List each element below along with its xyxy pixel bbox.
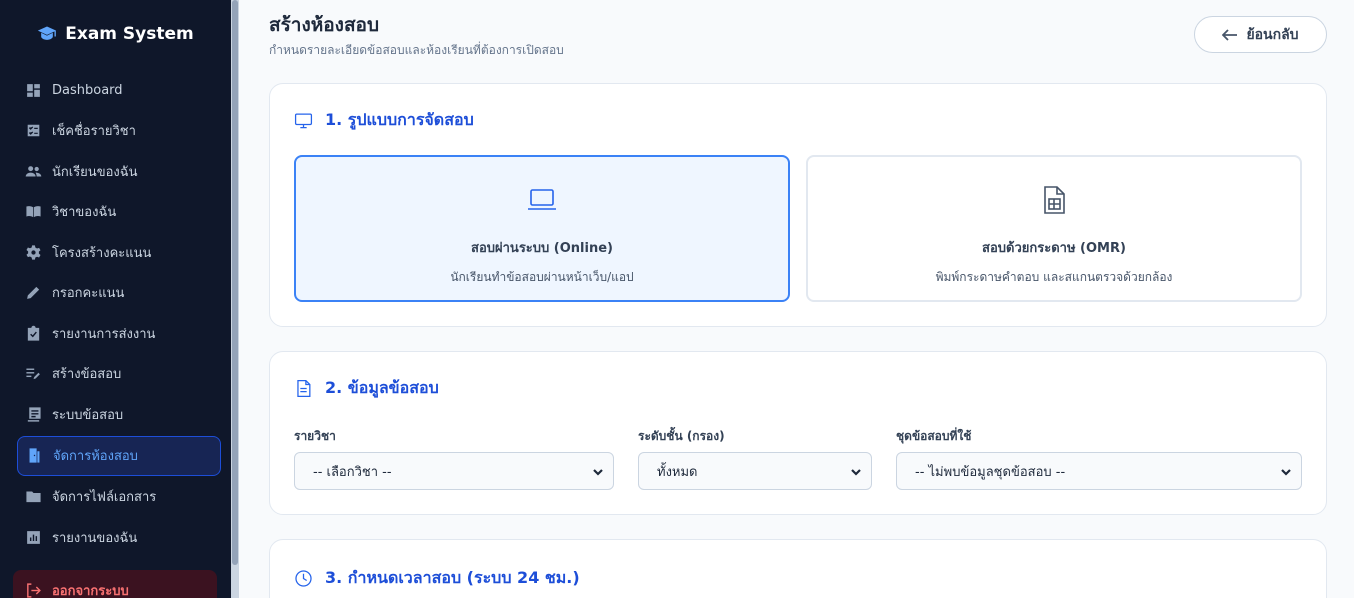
select-value: ทั้งหมด <box>657 464 698 480</box>
sidebar-item-manage-exam-rooms[interactable]: จัดการห้องสอบ <box>17 435 221 476</box>
mode-title: สอบด้วยกระดาษ (OMR) <box>982 241 1126 256</box>
sidebar-item-enter-scores[interactable]: กรอกคะแนน <box>17 273 221 314</box>
checklist-icon <box>26 123 41 138</box>
sidebar-item-my-students[interactable]: นักเรียนของฉัน <box>17 151 221 192</box>
grade-label: ระดับชั้น (กรอง) <box>638 429 725 443</box>
mode-description: พิมพ์กระดาษคำตอบ และสแกนตรวจด้วยกล้อง <box>935 270 1173 284</box>
subject-label: รายวิชา <box>294 429 336 443</box>
section-title-text: 1. รูปแบบการจัดสอบ <box>325 110 474 129</box>
laptop-icon <box>528 189 556 210</box>
sidebar-item-dashboard[interactable]: Dashboard <box>17 70 221 111</box>
sidebar-scrollbar[interactable] <box>231 0 239 598</box>
door-icon <box>29 448 40 463</box>
mode-title: สอบผ่านระบบ (Online) <box>471 241 613 256</box>
sidebar-item-label: ระบบข้อสอบ <box>52 407 124 423</box>
brand-name: Exam System <box>65 24 194 44</box>
dashboard-icon <box>27 83 40 97</box>
back-label: ย้อนกลับ <box>1246 26 1299 43</box>
gear-icon <box>26 245 41 260</box>
exam-schedule-card: 3. กำหนดเวลาสอบ (ระบบ 24 ชม.) <box>269 539 1327 598</box>
mode-option-omr[interactable]: สอบด้วยกระดาษ (OMR) พิมพ์กระดาษคำตอบ และ… <box>806 155 1302 302</box>
sidebar-item-exam-system[interactable]: ระบบข้อสอบ <box>17 394 221 435</box>
sidebar-item-submission-report[interactable]: รายงานการส่งงาน <box>17 313 221 354</box>
select-value: -- เลือกวิชา -- <box>313 464 392 480</box>
sidebar-item-label: สร้างข้อสอบ <box>52 367 122 383</box>
page-title: สร้างห้องสอบ <box>269 14 380 36</box>
sidebar-item-label: จัดการไฟล์เอกสาร <box>52 490 157 506</box>
chevron-down-icon <box>593 466 603 476</box>
sidebar-item-label: Dashboard <box>52 82 123 98</box>
sidebar-item-my-reports[interactable]: รายงานของฉัน <box>17 517 221 558</box>
book-icon <box>26 206 41 218</box>
logout-button[interactable]: ออกจากระบบ <box>13 570 217 598</box>
people-icon <box>25 165 42 177</box>
sidebar-item-label: รายงานการส่งงาน <box>52 326 156 342</box>
chevron-down-icon <box>1281 466 1291 476</box>
sidebar-item-label: รายงานของฉัน <box>52 530 138 546</box>
sidebar: Exam System Dashboard เช็คชื่อรายวิชา นั… <box>0 0 231 598</box>
edit-list-icon <box>26 368 40 380</box>
sidebar-nav: Dashboard เช็คชื่อรายวิชา นักเรียนของฉัน… <box>17 70 221 558</box>
clipboard-check-icon <box>27 325 40 341</box>
monitor-icon <box>294 113 313 129</box>
sidebar-item-manage-files[interactable]: จัดการไฟล์เอกสาร <box>17 477 221 518</box>
exam-mode-card: 1. รูปแบบการจัดสอบ สอบผ่านระบบ (Online) … <box>269 83 1327 327</box>
document-table-icon <box>1044 186 1065 214</box>
sidebar-item-attendance[interactable]: เช็คชื่อรายวิชา <box>17 111 221 152</box>
sidebar-item-label: เช็คชื่อรายวิชา <box>52 124 136 140</box>
library-icon <box>26 407 41 422</box>
folder-icon <box>26 491 41 503</box>
document-icon <box>297 379 311 398</box>
exam-set-select[interactable]: -- ไม่พบข้อมูลชุดข้อสอบ -- <box>896 452 1302 490</box>
section-title: 1. รูปแบบการจัดสอบ <box>294 108 474 133</box>
report-icon <box>27 530 40 544</box>
subject-select[interactable]: -- เลือกวิชา -- <box>294 452 614 490</box>
sidebar-item-label: จัดการห้องสอบ <box>53 449 138 464</box>
sidebar-item-label: นักเรียนของฉัน <box>52 164 138 180</box>
graduation-cap-icon <box>38 26 57 40</box>
brand[interactable]: Exam System <box>0 24 231 44</box>
sidebar-item-my-subjects[interactable]: วิชาของฉัน <box>17 192 221 233</box>
chevron-down-icon <box>851 466 861 476</box>
logout-icon <box>27 582 41 598</box>
back-button[interactable]: ย้อนกลับ <box>1194 16 1327 53</box>
sidebar-item-create-exam[interactable]: สร้างข้อสอบ <box>17 354 221 395</box>
scrollbar-thumb[interactable] <box>232 0 238 565</box>
mode-description: นักเรียนทำข้อสอบผ่านหน้าเว็บ/แอป <box>450 270 634 284</box>
section-title-text: 2. ข้อมูลข้อสอบ <box>325 378 439 397</box>
section-title-text: 3. กำหนดเวลาสอบ (ระบบ 24 ชม.) <box>325 568 580 587</box>
sidebar-item-label: กรอกคะแนน <box>52 286 125 302</box>
exam-info-card: 2. ข้อมูลข้อสอบ รายวิชา -- เลือกวิชา -- … <box>269 351 1327 515</box>
section-title: 3. กำหนดเวลาสอบ (ระบบ 24 ชม.) <box>294 566 580 591</box>
sidebar-item-label: วิชาของฉัน <box>52 205 117 221</box>
sidebar-item-score-structure[interactable]: โครงสร้างคะแนน <box>17 232 221 273</box>
select-value: -- ไม่พบข้อมูลชุดข้อสอบ -- <box>915 464 1066 480</box>
grade-select[interactable]: ทั้งหมด <box>638 452 872 490</box>
logout-label: ออกจากระบบ <box>52 583 129 598</box>
sidebar-item-label: โครงสร้างคะแนน <box>52 245 152 261</box>
pencil-icon <box>27 287 40 300</box>
clock-icon <box>295 570 312 587</box>
mode-option-online[interactable]: สอบผ่านระบบ (Online) นักเรียนทำข้อสอบผ่า… <box>294 155 790 302</box>
section-title: 2. ข้อมูลข้อสอบ <box>294 376 439 401</box>
arrow-left-icon <box>1222 28 1238 41</box>
exam-set-label: ชุดข้อสอบที่ใช้ <box>896 429 972 443</box>
page-subtitle: กำหนดรายละเอียดข้อสอบและห้องเรียนที่ต้อง… <box>269 43 564 57</box>
